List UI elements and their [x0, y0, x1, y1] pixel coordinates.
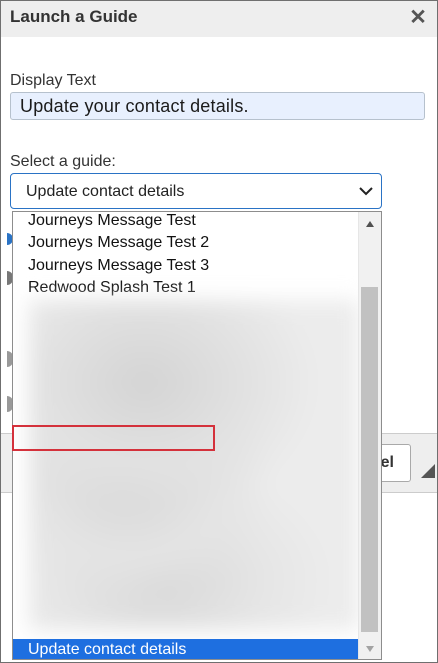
dropdown-option[interactable]: Journeys Message Test	[13, 212, 359, 232]
guide-dropdown-list[interactable]: Journeys Message Test Journeys Message T…	[12, 211, 382, 660]
close-icon[interactable]: ✕	[408, 6, 428, 30]
redacted-options-area	[29, 300, 359, 630]
scrollbar-thumb[interactable]	[361, 287, 378, 632]
dropdown-scrollbar[interactable]	[358, 212, 381, 659]
dialog-titlebar: Launch a Guide ✕	[1, 1, 437, 37]
select-guide-label: Select a guide:	[10, 153, 116, 170]
dropdown-option[interactable]: Journeys Message Test 3	[13, 255, 359, 277]
dropdown-option-selected[interactable]: Update contact details	[13, 639, 359, 659]
launch-guide-dialog: Launch a Guide ✕ Display Text Update you…	[0, 0, 438, 663]
scroll-up-arrow-icon[interactable]	[365, 220, 375, 228]
guide-select-value: Update contact details	[26, 183, 185, 200]
dropdown-option[interactable]: Redwood Splash Test 1	[13, 277, 359, 299]
resize-grip-icon[interactable]	[421, 464, 435, 478]
dropdown-option[interactable]: Journeys Message Test 2	[13, 232, 359, 254]
display-text-field[interactable]: Update your contact details.	[10, 92, 425, 120]
dialog-title: Launch a Guide	[10, 7, 138, 26]
display-text-label: Display Text	[10, 72, 96, 89]
scroll-down-arrow-icon[interactable]	[365, 645, 375, 653]
chevron-down-icon	[359, 187, 373, 196]
guide-select[interactable]: Update contact details	[10, 173, 382, 209]
